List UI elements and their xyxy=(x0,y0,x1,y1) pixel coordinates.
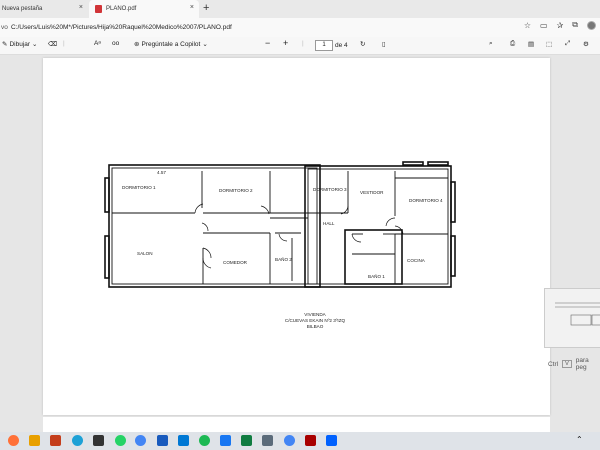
chevron-down-icon: ⌄ xyxy=(32,41,38,48)
address-bar: vo C:/Users/Luis%20M*/Pictures/Hija%20Ra… xyxy=(0,18,600,37)
close-icon[interactable]: × xyxy=(79,4,83,11)
avatar[interactable] xyxy=(587,20,596,30)
facebook-icon[interactable] xyxy=(220,435,231,446)
address-lead: vo xyxy=(1,24,8,31)
room-dormitorio-4: DORMITORIO 4 xyxy=(409,198,443,203)
spotify-icon[interactable] xyxy=(199,435,210,446)
page-navigator: 1 de 4 xyxy=(315,40,348,51)
pdf-toolbar: ✎ Dibujar ⌄ ⌫ | Aᵃ oo ⊛ Pregúntale a Cop… xyxy=(0,37,600,55)
taskbar: ⌃ xyxy=(0,432,600,450)
chrome-alt-icon[interactable] xyxy=(284,435,295,446)
calendar-icon[interactable] xyxy=(262,435,273,446)
room-hall: HALL xyxy=(323,221,335,226)
eraser-icon[interactable]: ⌫ xyxy=(48,40,57,48)
room-bano-1: BAÑO 1 xyxy=(368,273,385,279)
new-tab-button[interactable]: + xyxy=(203,2,209,14)
terminal-icon[interactable] xyxy=(93,435,104,446)
settings-icon[interactable]: ⚙ xyxy=(583,40,589,48)
thumbnail-plan-icon xyxy=(555,302,600,326)
paste-hint-text: para peg xyxy=(575,357,589,371)
ctrl-key-label: Ctrl xyxy=(548,360,559,368)
room-cocina: COCINA xyxy=(407,258,426,263)
tab-new-tab[interactable]: Nueva pestaña × xyxy=(0,0,88,18)
zoom-out-button[interactable]: − xyxy=(265,38,270,48)
expand-icon[interactable]: ⤢ xyxy=(565,40,570,48)
firefox-icon[interactable] xyxy=(8,435,19,446)
word-icon[interactable] xyxy=(157,435,168,446)
tab-label: PLANO.pdf xyxy=(106,6,137,12)
draw-tool[interactable]: ✎ Dibujar ⌄ xyxy=(2,40,38,49)
zoom-in-button[interactable]: + xyxy=(283,38,288,48)
address-url[interactable]: C:/Users/Luis%20M*/Pictures/Hija%20Raque… xyxy=(11,24,600,31)
save-icon[interactable]: ▤ xyxy=(528,40,534,48)
room-vestidor: VESTIDOR xyxy=(360,190,384,195)
page-number-input[interactable]: 1 xyxy=(315,40,333,51)
room-bano-2: BAÑO 2 xyxy=(275,256,292,262)
page-total: de 4 xyxy=(335,42,348,49)
whatsapp-icon[interactable] xyxy=(115,435,126,446)
copilot-icon: ⊛ xyxy=(134,41,140,48)
file-explorer-icon[interactable] xyxy=(29,435,40,446)
tab-label: Nueva pestaña xyxy=(2,6,43,12)
favorites-icon[interactable]: ✰ xyxy=(557,21,564,30)
tab-bar: Nueva pestaña × PLANO.pdf × + xyxy=(0,0,600,18)
chevron-up-icon[interactable]: ⌃ xyxy=(576,435,583,444)
powerpoint-icon[interactable] xyxy=(50,435,61,446)
page-thumbnail[interactable] xyxy=(544,288,600,348)
address-icons: ☆ ▭ ✰ ⧉ xyxy=(524,20,596,30)
caption-line-1: VIVIENDA xyxy=(304,312,326,317)
paste-hint: Ctrl V para peg xyxy=(548,357,600,371)
search-icon[interactable]: ⌕ xyxy=(489,40,493,48)
tab-plano-pdf[interactable]: PLANO.pdf × xyxy=(89,0,199,18)
dropbox-icon[interactable] xyxy=(326,435,337,446)
separator: | xyxy=(302,40,304,47)
rotate-icon[interactable]: ↻ xyxy=(360,40,365,48)
outlook-icon[interactable] xyxy=(178,435,189,446)
favorite-icon[interactable]: ☆ xyxy=(524,21,531,30)
close-icon[interactable]: × xyxy=(190,4,194,11)
room-dormitorio-2: DORMITORIO 2 xyxy=(219,188,253,193)
room-salon: SALON xyxy=(137,251,153,256)
edge-icon[interactable] xyxy=(72,435,83,446)
caption-line-2: C/CUEVAS EKAIN Nº2 3ºIZQ xyxy=(285,318,346,323)
pdf-page: 4.57 DORMITORIO 1 DORMITORIO 2 DORMITORI… xyxy=(43,58,550,415)
draw-label: Dibujar xyxy=(9,40,31,48)
floor-plan: 4.57 DORMITORIO 1 DORMITORIO 2 DORMITORI… xyxy=(104,161,456,329)
caption-line-3: BILBAO xyxy=(307,324,324,329)
room-dormitorio-1: DORMITORIO 1 xyxy=(122,185,156,190)
room-comedor: COMEDOR xyxy=(223,260,248,265)
pdf-page-2 xyxy=(43,417,550,432)
dimension-label: 4.57 xyxy=(157,170,166,175)
copilot-label: Pregúntale a Copilot xyxy=(141,40,201,48)
pdf-icon xyxy=(95,5,102,13)
copilot-button[interactable]: ⊛ Pregúntale a Copilot ⌄ xyxy=(134,40,208,49)
page-view-icon[interactable]: ▯ xyxy=(382,40,386,48)
immersive-reader-icon[interactable]: oo xyxy=(112,40,119,47)
read-aloud-icon[interactable]: Aᵃ xyxy=(94,40,101,47)
v-key-label: V xyxy=(562,360,572,368)
pdf-viewer[interactable]: 4.57 DORMITORIO 1 DORMITORIO 2 DORMITORI… xyxy=(0,55,600,432)
print-icon[interactable]: ⎙ xyxy=(510,40,515,48)
collections-icon[interactable]: ⧉ xyxy=(572,20,578,30)
separator: | xyxy=(63,40,65,47)
chevron-down-icon: ⌄ xyxy=(202,41,208,48)
split-screen-icon[interactable]: ▭ xyxy=(540,21,548,30)
excel-icon[interactable] xyxy=(241,435,252,446)
save-as-icon[interactable]: ⬚ xyxy=(546,40,552,48)
room-dormitorio-3: DORMITORIO 3 xyxy=(313,187,347,192)
pen-icon: ✎ xyxy=(2,41,8,48)
acrobat-icon[interactable] xyxy=(305,435,316,446)
chrome-icon[interactable] xyxy=(135,435,146,446)
